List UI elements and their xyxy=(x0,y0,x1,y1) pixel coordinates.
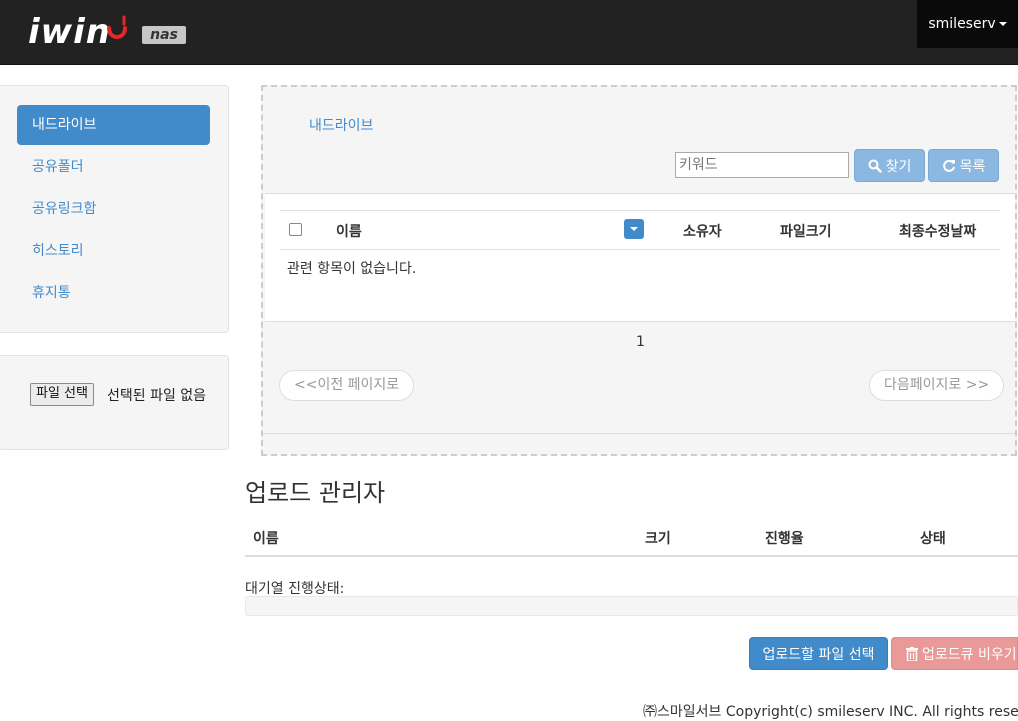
next-page-button[interactable]: 다음페이지로 >> xyxy=(869,370,1005,401)
sidebar-item-label: 휴지통 xyxy=(32,285,71,301)
column-owner[interactable]: 소유자 xyxy=(683,221,722,241)
list-button[interactable]: 목록 xyxy=(928,149,999,182)
breadcrumb[interactable]: 내드라이브 xyxy=(309,115,373,135)
file-input-panel: 파일 선택 선택된 파일 없음 xyxy=(0,355,229,450)
select-upload-files-button[interactable]: 업로드할 파일 선택 xyxy=(749,637,888,670)
empty-message: 관련 항목이 없습니다. xyxy=(287,261,417,277)
upload-table-header: 이름 크기 진행율 상태 xyxy=(245,522,1018,557)
upload-manager-title: 업로드 관리자 xyxy=(245,479,386,507)
sidebar-item-shared-links[interactable]: 공유링크함 xyxy=(17,189,210,229)
sidebar-item-my-drive[interactable]: 내드라이브 xyxy=(17,105,210,145)
top-navbar: iwin nas smileserv xyxy=(0,0,1018,65)
footer-copyright: ㈜스마일서브 Copyright(c) smileserv INC. All r… xyxy=(643,704,1018,720)
sidebar-item-shared-folder[interactable]: 공유폴더 xyxy=(17,147,210,187)
column-modified[interactable]: 최종수정날짜 xyxy=(899,221,976,241)
upload-column-name: 이름 xyxy=(253,531,279,547)
file-table: 이름 소유자 파일크기 최종수정날짜 관련 항목이 없습니다. xyxy=(265,193,1015,322)
file-table-header: 이름 소유자 파일크기 최종수정날짜 xyxy=(280,210,1000,250)
refresh-icon xyxy=(942,159,955,172)
choose-file-button[interactable]: 파일 선택 xyxy=(30,383,94,406)
file-drop-zone[interactable]: 내드라이브 찾기 목록 이름 소유자 파일크기 최종수정날짜 관련 항목이 없습… xyxy=(261,85,1017,456)
find-button-label: 찾기 xyxy=(885,158,912,175)
find-button[interactable]: 찾기 xyxy=(854,149,925,182)
smile-logo-icon xyxy=(107,15,127,39)
upload-column-progress: 진행율 xyxy=(765,531,804,547)
file-status-text: 선택된 파일 없음 xyxy=(107,388,207,404)
search-icon xyxy=(868,159,882,173)
select-all-checkbox[interactable] xyxy=(289,223,302,236)
sidebar-item-label: 히스토리 xyxy=(32,243,84,259)
upload-column-status: 상태 xyxy=(920,531,946,547)
page-number[interactable]: 1 xyxy=(636,334,645,350)
clear-upload-queue-button[interactable]: 업로드큐 비우기 xyxy=(891,637,1018,670)
sidebar-item-trash[interactable]: 휴지통 xyxy=(17,273,210,313)
sidebar-item-label: 공유폴더 xyxy=(32,159,84,175)
search-input[interactable] xyxy=(675,152,849,178)
column-size[interactable]: 파일크기 xyxy=(780,221,832,241)
caret-down-icon xyxy=(630,227,638,231)
column-name[interactable]: 이름 xyxy=(336,221,362,241)
sort-dropdown-button[interactable] xyxy=(624,219,644,239)
logo-text: iwin xyxy=(28,12,111,52)
queue-progress-label: 대기열 진행상태: xyxy=(245,581,345,597)
user-menu-toggle[interactable]: smileserv xyxy=(917,0,1018,48)
sidebar-item-label: 내드라이브 xyxy=(32,117,97,133)
queue-progress-bar xyxy=(245,596,1018,616)
clear-upload-queue-label: 업로드큐 비우기 xyxy=(922,646,1017,663)
upload-column-size: 크기 xyxy=(645,531,671,547)
nas-badge: nas xyxy=(142,26,186,44)
select-upload-files-label: 업로드할 파일 선택 xyxy=(762,646,875,663)
trash-icon xyxy=(906,646,918,661)
list-button-label: 목록 xyxy=(959,158,986,175)
user-name: smileserv xyxy=(928,16,996,32)
prev-page-button[interactable]: <<이전 페이지로 xyxy=(279,370,415,401)
sidebar-item-label: 공유링크함 xyxy=(32,201,97,217)
sidebar-item-history[interactable]: 히스토리 xyxy=(17,231,210,271)
caret-down-icon xyxy=(998,22,1007,26)
divider xyxy=(263,433,1015,434)
sidebar-nav: 내드라이브 공유폴더 공유링크함 히스토리 휴지통 xyxy=(0,85,229,333)
